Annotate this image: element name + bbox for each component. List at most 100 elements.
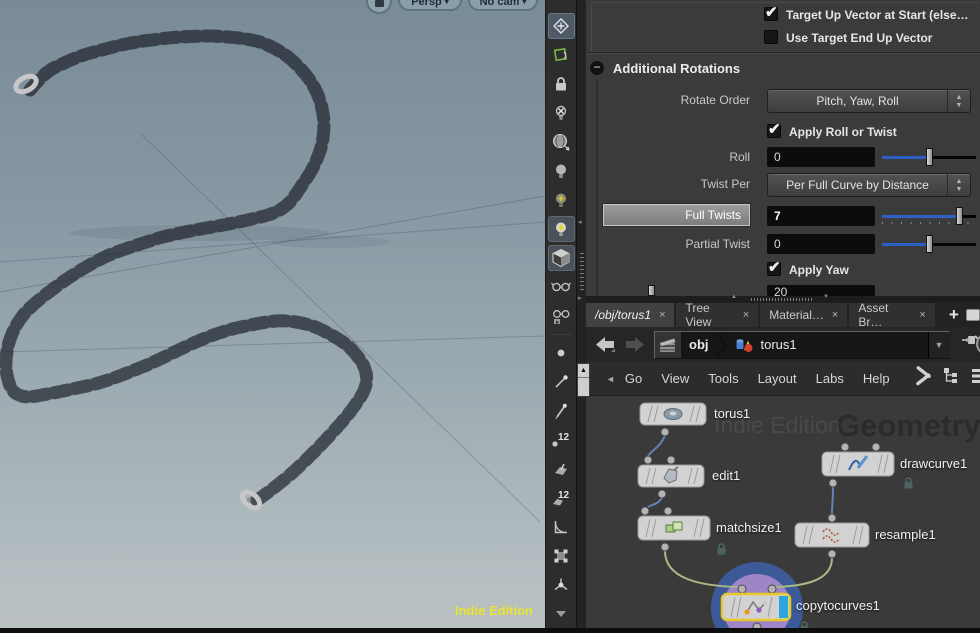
point-normals-icon[interactable] bbox=[548, 369, 575, 395]
node-copytocurves1-selected[interactable] bbox=[720, 592, 792, 622]
node-edit1[interactable] bbox=[637, 464, 705, 488]
menu-help[interactable]: Help bbox=[863, 371, 890, 386]
node-resample1[interactable] bbox=[794, 522, 870, 548]
network-editor[interactable]: Indie Edition Geometry torus1 edit1 draw… bbox=[586, 396, 980, 628]
spinner-down-icon: ▼ bbox=[955, 101, 963, 109]
display-operators-glasses-icon[interactable] bbox=[548, 303, 575, 329]
select-diamond-icon[interactable] bbox=[547, 13, 575, 39]
profile-curves-icon[interactable] bbox=[548, 514, 575, 540]
network-overview-icon[interactable] bbox=[942, 366, 960, 391]
tab-tree-view[interactable]: Tree View × bbox=[676, 301, 759, 329]
prim-normals-icon[interactable] bbox=[548, 456, 575, 482]
splitter-grip[interactable] bbox=[751, 298, 813, 301]
point-numbers-icon[interactable]: 12 bbox=[548, 427, 575, 453]
network-scrollbar[interactable]: ▲ bbox=[577, 363, 590, 397]
wire-torus1-edit1[interactable] bbox=[647, 435, 666, 457]
maximize-pane-button[interactable] bbox=[965, 309, 980, 321]
context-label[interactable]: obj bbox=[689, 337, 709, 352]
scroll-up-icon[interactable]: ▲ bbox=[578, 364, 589, 378]
secure-selection-lock-icon[interactable] bbox=[548, 71, 575, 97]
apply-roll-checkbox[interactable]: ✔ bbox=[767, 121, 781, 138]
smooth-shaded-icon[interactable] bbox=[547, 245, 575, 271]
normal-lighting-icon[interactable] bbox=[548, 158, 575, 184]
close-icon[interactable]: × bbox=[743, 309, 749, 321]
splitter-arrow-left-icon[interactable]: ◂ bbox=[578, 218, 582, 226]
twist-per-dropdown[interactable]: Per Full Curve by Distance ▲ ▼ bbox=[767, 173, 971, 197]
node-label-drawcurve1[interactable]: drawcurve1 bbox=[900, 456, 967, 471]
pane-splitter-vertical[interactable]: ◂ ▸ bbox=[576, 0, 586, 628]
splitter-arrow-right-icon[interactable]: ▸ bbox=[578, 294, 582, 302]
full-twists-slider-handle[interactable] bbox=[956, 207, 963, 225]
close-icon[interactable]: × bbox=[832, 309, 838, 321]
wire-drawcurve1-resample1[interactable] bbox=[831, 486, 834, 515]
menu-go[interactable]: Go bbox=[625, 371, 642, 386]
roll-field[interactable]: 0 bbox=[767, 147, 875, 167]
splitter-arrow-up-icon[interactable]: ▲ bbox=[731, 294, 737, 300]
spinner[interactable]: ▲ ▼ bbox=[947, 174, 970, 196]
tab-obj-torus1[interactable]: /obj/torus1 × bbox=[586, 303, 675, 327]
prim-numbers-icon[interactable]: 12 bbox=[548, 485, 575, 511]
scene-viewport[interactable]: Persp ▾ No cam ▾ Indie Edition bbox=[0, 0, 545, 628]
customize-tools-icon[interactable] bbox=[910, 366, 932, 391]
roll-slider-handle[interactable] bbox=[926, 148, 933, 166]
rotate-order-dropdown[interactable]: Pitch, Yaw, Roll ▲ ▼ bbox=[767, 89, 971, 113]
roll-slider[interactable] bbox=[882, 146, 976, 168]
close-icon[interactable]: × bbox=[659, 309, 665, 321]
full-twists-field[interactable]: 7 bbox=[767, 206, 875, 226]
more-display-options-icon[interactable] bbox=[548, 601, 575, 627]
high-quality-lighting-icon[interactable] bbox=[548, 187, 575, 213]
view-menu-button[interactable]: Persp ▾ bbox=[398, 0, 462, 11]
node-torus1[interactable] bbox=[639, 402, 707, 426]
target-up-checkbox[interactable]: ✔ bbox=[764, 4, 778, 21]
close-icon[interactable]: × bbox=[919, 309, 925, 321]
collapse-section-icon[interactable]: − bbox=[590, 61, 604, 75]
menu-layout[interactable]: Layout bbox=[758, 371, 797, 386]
menu-labs[interactable]: Labs bbox=[816, 371, 844, 386]
high-quality-lighting-shadows-icon[interactable] bbox=[547, 216, 575, 242]
material-preview-sphere-icon[interactable] bbox=[548, 129, 575, 155]
node-label-resample1[interactable]: resample1 bbox=[875, 527, 936, 542]
ghost-objects-glasses-icon[interactable] bbox=[548, 274, 575, 300]
apply-yaw-checkbox[interactable]: ✔ bbox=[767, 259, 781, 276]
forward-button[interactable] bbox=[624, 335, 646, 355]
next-param-slider-handle-clipped[interactable] bbox=[648, 285, 655, 296]
transform-handles-icon[interactable] bbox=[548, 42, 575, 68]
path-widget[interactable]: obj torus1 ▼ bbox=[654, 330, 950, 359]
menu-view[interactable]: View bbox=[661, 371, 689, 386]
full-twists-slider[interactable] bbox=[882, 205, 976, 227]
origin-gnomon-icon[interactable] bbox=[548, 572, 575, 598]
node-label-edit1[interactable]: edit1 bbox=[712, 468, 740, 483]
spinner[interactable]: ▲ ▼ bbox=[947, 90, 970, 112]
full-twists-label[interactable]: Full Twists bbox=[603, 204, 750, 226]
display-options-list-icon[interactable] bbox=[970, 366, 980, 391]
new-tab-button[interactable]: + bbox=[949, 306, 959, 323]
partial-twist-label: Partial Twist bbox=[685, 237, 750, 251]
splitter-arrow-down-icon[interactable]: ▼ bbox=[823, 294, 829, 300]
node-drawcurve1[interactable] bbox=[821, 451, 895, 477]
point-markers-pen-icon[interactable] bbox=[548, 398, 575, 424]
hull-display-icon[interactable] bbox=[548, 543, 575, 569]
tab-asset-browser[interactable]: Asset Br… × bbox=[849, 301, 935, 329]
node-label-matchsize1[interactable]: matchsize1 bbox=[716, 520, 782, 535]
next-param-field-clipped[interactable]: 20 bbox=[767, 285, 875, 296]
partial-twist-slider[interactable] bbox=[882, 233, 976, 255]
current-node-label[interactable]: torus1 bbox=[761, 337, 797, 352]
headlight-off-icon[interactable] bbox=[548, 100, 575, 126]
splitter-grip[interactable] bbox=[580, 250, 584, 290]
menu-tools[interactable]: Tools bbox=[708, 371, 738, 386]
node-label-copytocurves1[interactable]: copytocurves1 bbox=[796, 598, 880, 613]
partial-twist-slider-handle[interactable] bbox=[926, 235, 933, 253]
wire-edit1-matchsize1[interactable] bbox=[647, 497, 663, 508]
points-display-icon[interactable] bbox=[548, 340, 575, 366]
path-dropdown-button[interactable]: ▼ bbox=[928, 331, 949, 358]
use-end-up-checkbox[interactable] bbox=[764, 30, 778, 44]
partial-twist-field[interactable]: 0 bbox=[767, 234, 875, 254]
node-label-torus1[interactable]: torus1 bbox=[714, 406, 750, 421]
tab-material-palette[interactable]: Material… × bbox=[760, 303, 848, 327]
back-button[interactable] bbox=[594, 335, 616, 355]
pane-splitter-horizontal[interactable]: ▲ ▼ bbox=[586, 294, 980, 303]
display-flag[interactable] bbox=[779, 596, 788, 618]
camera-menu-button[interactable]: No cam ▾ bbox=[468, 0, 538, 11]
node-matchsize1[interactable] bbox=[637, 515, 711, 541]
collapse-menu-icon[interactable]: ◄ bbox=[606, 374, 615, 384]
